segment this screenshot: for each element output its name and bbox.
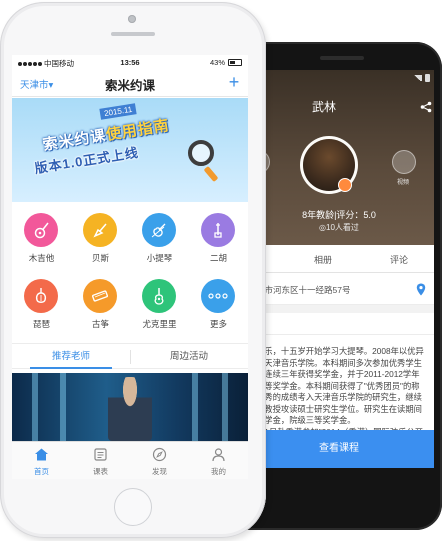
home-icon xyxy=(35,448,48,461)
front-speaker xyxy=(111,32,155,36)
bio-line: 奖学金，院级三等奖学金。 xyxy=(256,415,356,425)
promo-banner[interactable]: 2015.11 索米约课使用指南 版本1.0正式上线 xyxy=(12,98,248,202)
tabbar-label: 发现 xyxy=(152,467,167,476)
address-text: 津市河东区十一经路57号 xyxy=(256,285,351,295)
category-violin[interactable]: 小提琴 xyxy=(130,205,189,267)
tabbar-label: 我的 xyxy=(211,467,226,476)
home-button[interactable] xyxy=(114,488,152,526)
category-acoustic-guitar[interactable]: 木吉他 xyxy=(12,205,71,267)
teacher-figure xyxy=(108,377,152,441)
profile-icon xyxy=(212,448,225,462)
battery-icon xyxy=(425,74,430,82)
pipa-icon xyxy=(24,279,58,313)
violin-icon xyxy=(142,213,176,247)
signal-icon xyxy=(413,75,422,81)
banner-headline-guide: 使用指南 xyxy=(104,117,171,144)
category-bass[interactable]: 贝斯 xyxy=(71,205,130,267)
category-ukulele[interactable]: 尤克里里 xyxy=(130,271,189,333)
teacher-name: 武林 xyxy=(312,100,337,114)
category-guzheng[interactable]: 古筝 xyxy=(71,271,130,333)
tabbar-profile[interactable]: 我的 xyxy=(189,442,248,479)
back-status-bar xyxy=(244,72,434,84)
segment-active-indicator xyxy=(30,367,112,369)
app-screen: 中国移动 13:56 43% 天津市▾ 索米约课 + 2015.11 索米约课使… xyxy=(12,55,248,479)
tabbar-label: 课表 xyxy=(93,467,108,476)
category-label: 贝斯 xyxy=(91,253,109,263)
category-label: 更多 xyxy=(209,319,227,329)
share-icon[interactable] xyxy=(420,101,432,113)
category-pipa[interactable]: 琵琶 xyxy=(12,271,71,333)
category-label: 尤克里里 xyxy=(142,319,177,329)
avatar-badge-icon xyxy=(338,178,352,192)
profile-tabs: 相册 评论 xyxy=(244,245,434,273)
view-courses-button[interactable]: 查看课程 xyxy=(244,430,434,468)
teacher-card-photo[interactable] xyxy=(12,373,248,441)
battery-icon xyxy=(228,59,242,66)
nav-bar: 天津市▾ 索米约课 + xyxy=(12,69,248,97)
bottom-tabbar: 首页 课表 发现 我的 xyxy=(12,441,248,479)
app-title: 索米约课 xyxy=(104,79,155,93)
bio-line: 音乐，十五岁开始学习大提琴。2008年以优异 xyxy=(256,346,424,356)
category-more[interactable]: 更多 xyxy=(189,271,248,333)
tab-album[interactable]: 相册 xyxy=(314,253,332,266)
category-erhu[interactable]: 二胡 xyxy=(189,205,248,267)
schedule-icon xyxy=(94,448,107,461)
tab-comments[interactable]: 评论 xyxy=(390,253,408,266)
acoustic-guitar-icon xyxy=(24,213,58,247)
category-label: 木吉他 xyxy=(28,253,55,263)
bio-line: 云教授攻读硕士研究生学位。研究生在读期间 xyxy=(256,403,422,414)
teacher-profile-header: 武林 视频 8年教龄|评分：5.0 ◎10人看过 xyxy=(244,70,434,245)
bio-line: 优秀的成绩考入天津音乐学院的研究生，继续 xyxy=(256,392,422,402)
intro-divider xyxy=(244,334,434,335)
tabbar-discover[interactable]: 发现 xyxy=(130,442,189,479)
tabbar-home[interactable]: 首页 xyxy=(12,442,71,479)
segment-tabs: 推荐老师 周边活动 xyxy=(12,343,248,369)
plus-icon[interactable]: + xyxy=(224,72,244,92)
teacher-bio: 音乐，十五岁开始学习大提琴。2008年以优异 入天津音乐学院。本科期间多次参加优… xyxy=(256,346,428,438)
address-row[interactable]: 津市河东区十一经路57号 xyxy=(244,273,434,305)
front-camera xyxy=(128,15,136,23)
bass-icon xyxy=(83,213,117,247)
tab-nearby-events[interactable]: 周边活动 xyxy=(130,344,248,370)
guzheng-icon xyxy=(83,279,117,313)
magnifier-handle xyxy=(203,165,219,183)
location-pin-icon xyxy=(416,283,426,296)
bio-line: 入天津音乐学院。本科期间多次参加优秀学生 xyxy=(256,357,422,368)
banner-date: 2015.11 xyxy=(99,103,137,120)
category-label: 琵琶 xyxy=(32,319,50,329)
magnifier-icon xyxy=(188,140,214,166)
section-separator xyxy=(244,305,434,313)
status-bar: 中国移动 13:56 43% xyxy=(12,55,248,69)
compass-icon xyxy=(152,447,167,462)
video-caption: 视频 xyxy=(397,180,410,186)
category-label: 古筝 xyxy=(91,319,109,329)
video-bubble[interactable] xyxy=(392,150,416,174)
back-phone-screen: 武林 视频 8年教龄|评分：5.0 ◎10人看过 相册 评论 津市河东区十一经路… xyxy=(244,70,434,468)
erhu-icon xyxy=(201,213,235,247)
bio-line: ，连续三年获得奖学金，并于2011-2012学年 xyxy=(256,369,420,379)
bio-line: 一等奖学金。本科期间获得了"优秀团员"的称 xyxy=(256,380,420,391)
teacher-rating: 8年教龄|评分：5.0 xyxy=(302,210,376,220)
category-label: 二胡 xyxy=(209,253,227,263)
teacher-views: ◎10人看过 xyxy=(319,223,359,232)
ukulele-icon xyxy=(142,279,176,313)
tabbar-schedule[interactable]: 课表 xyxy=(71,442,130,479)
battery-percent: 43% xyxy=(209,58,225,67)
back-phone-speaker xyxy=(320,56,364,60)
tabbar-label: 首页 xyxy=(34,467,49,476)
category-label: 小提琴 xyxy=(146,253,173,263)
category-grid: 木吉他 贝斯 小提琴 二胡 琵琶 古筝 尤克里里 更多 xyxy=(12,205,248,341)
more-icon xyxy=(201,279,235,313)
